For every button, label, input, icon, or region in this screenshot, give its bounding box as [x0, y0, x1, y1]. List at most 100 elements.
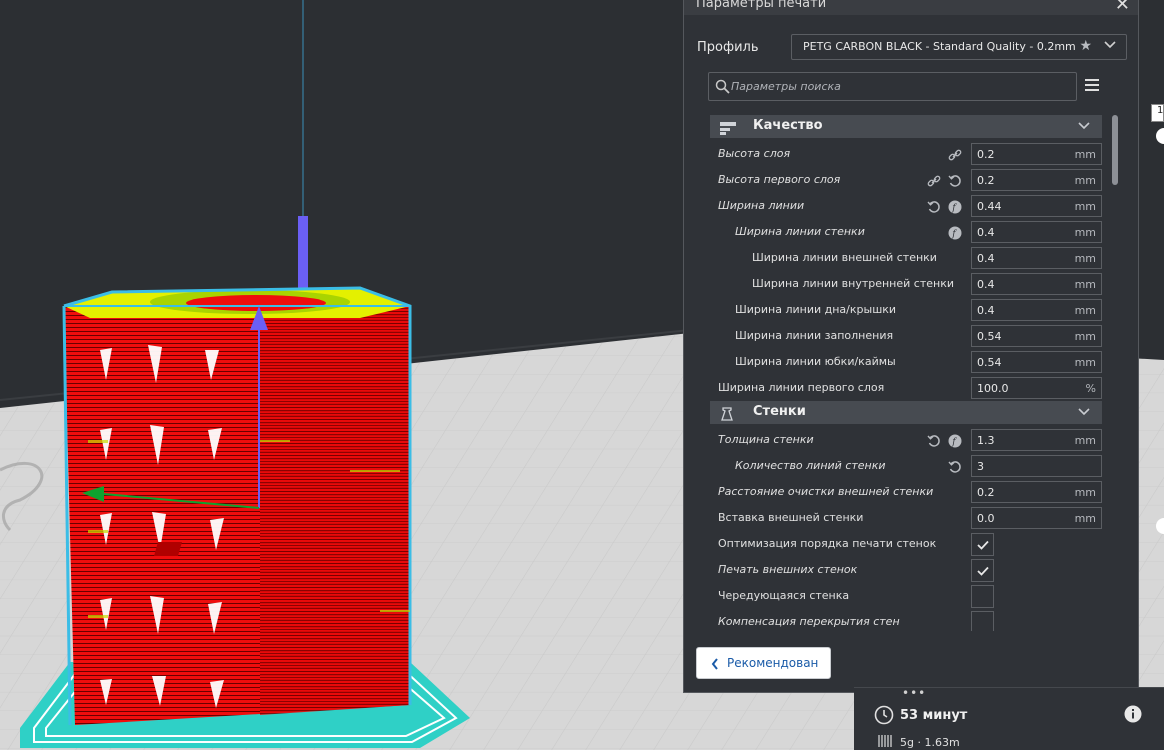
setting-value-field[interactable]: 100.0% — [971, 377, 1102, 399]
setting-unit: mm — [1074, 356, 1096, 369]
setting-value-field[interactable]: 0.4 mm — [971, 299, 1102, 321]
setting-unit: % — [1085, 382, 1096, 395]
setting-unit: mm — [1074, 174, 1096, 187]
setting-unit: mm — [1074, 304, 1096, 317]
setting-value: 0.4 — [977, 278, 995, 291]
setting-label: Ширина линии внешней стенки — [752, 251, 937, 264]
setting-value-field[interactable]: 0.4 mm — [971, 273, 1102, 295]
setting-label: Ширина линии заполнения — [735, 329, 894, 342]
hamburger-menu-icon[interactable] — [1085, 79, 1099, 93]
setting-checkbox[interactable] — [971, 559, 994, 582]
chevron-down-icon — [1078, 122, 1090, 130]
setting-value: 0.44 — [977, 200, 1002, 213]
setting-unit: mm — [1074, 148, 1096, 161]
setting-value-field[interactable]: 0.54 mm — [971, 351, 1102, 373]
setting-label: Ширина линии стенки — [735, 225, 865, 238]
settings-scrollbar[interactable] — [1112, 115, 1118, 185]
checkmark-icon — [977, 540, 989, 550]
settings-search-box[interactable] — [708, 72, 1077, 101]
setting-value: 3 — [977, 460, 984, 473]
setting-row: Ширина линии f 0.44 mm — [708, 193, 1104, 219]
setting-checkbox[interactable] — [971, 611, 994, 631]
close-icon[interactable]: ✕ — [1115, 0, 1130, 15]
setting-value: 0.0 — [977, 512, 995, 525]
z-axis-handle[interactable] — [298, 216, 308, 288]
setting-label: Толщина стенки — [718, 433, 814, 446]
search-icon — [715, 79, 730, 94]
setting-checkbox[interactable] — [971, 533, 994, 556]
setting-label: Печать внешних стенок — [718, 563, 858, 576]
link-icon[interactable] — [948, 147, 962, 161]
setting-row: Ширина линии дна/крышки 0.4 mm — [708, 297, 1104, 323]
setting-value-field[interactable]: 0.4 mm — [971, 221, 1102, 243]
setting-row: Количество линий стенки 3 — [708, 453, 1104, 479]
setting-value-field[interactable]: 0.2 mm — [971, 143, 1102, 165]
setting-value-field[interactable]: 0.2 mm — [971, 169, 1102, 191]
setting-label: Высота первого слоя — [718, 173, 841, 186]
favorite-star-icon[interactable]: ★ — [1079, 38, 1092, 54]
profile-label: Профиль — [697, 40, 759, 55]
settings-list[interactable]: Качество Высота слоя 0.2 mm Высота первого с… — [708, 115, 1104, 631]
setting-unit: mm — [1074, 200, 1096, 213]
setting-row: Ширина линии стенки f 0.4 mm — [708, 219, 1104, 245]
walls-icon — [720, 406, 734, 425]
setting-unit: mm — [1074, 512, 1096, 525]
setting-unit: mm — [1074, 486, 1096, 499]
setting-value-field[interactable]: 0.44 mm — [971, 195, 1102, 217]
setting-unit: mm — [1074, 434, 1096, 447]
setting-row: Высота первого слоя 0.2 mm — [708, 167, 1104, 193]
setting-label: Оптимизация порядка печати стенок — [718, 537, 937, 550]
reset-icon[interactable] — [927, 199, 941, 213]
print-settings-panel: Параметры печати ✕ Профиль PETG CARBON B… — [683, 0, 1139, 693]
setting-value-field[interactable]: 0.0 mm — [971, 507, 1102, 529]
setting-row: Ширина линии заполнения 0.54 mm — [708, 323, 1104, 349]
model-side-face — [260, 306, 410, 715]
setting-label: Компенсация перекрытия стен — [718, 615, 900, 628]
reset-icon[interactable] — [948, 173, 962, 187]
material-usage: 5g · 1.63m — [900, 736, 960, 749]
category-title: Стенки — [753, 404, 806, 419]
setting-label: Расстояние очистки внешней стенки — [718, 485, 934, 498]
profile-dropdown[interactable]: PETG CARBON BLACK - Standard Quality - 0… — [791, 34, 1127, 60]
profile-value: PETG CARBON BLACK - Standard Quality - 0… — [803, 40, 1076, 53]
drag-handle-icon[interactable]: ••• — [902, 687, 926, 699]
quality-icon — [720, 120, 736, 139]
search-input[interactable] — [731, 78, 1061, 95]
category-header-2[interactable]: Стенки — [710, 401, 1102, 424]
setting-label: Ширина линии внутренней стенки — [752, 277, 954, 290]
function-icon[interactable]: f — [948, 433, 962, 448]
setting-value: 0.4 — [977, 304, 995, 317]
setting-row: Толщина стенки f 1.3 mm — [708, 427, 1104, 453]
setting-value-field[interactable]: 1.3 mm — [971, 429, 1102, 451]
setting-row: Ширина линии внешней стенки 0.4 mm — [708, 245, 1104, 271]
setting-row: Ширина линии юбки/каймы 0.54 mm — [708, 349, 1104, 375]
function-icon[interactable]: f — [948, 199, 962, 214]
reset-icon[interactable] — [948, 459, 962, 473]
setting-unit: mm — [1074, 330, 1096, 343]
setting-label: Вставка внешней стенки — [718, 511, 864, 524]
setting-value-field[interactable]: 3 — [971, 455, 1102, 477]
function-icon[interactable]: f — [948, 225, 962, 240]
setting-value-field[interactable]: 0.4 mm — [971, 247, 1102, 269]
layer-slider-tag[interactable]: 1 — [1151, 104, 1164, 122]
recommended-button[interactable]: Рекомендован — [696, 647, 831, 679]
info-icon[interactable] — [1124, 705, 1142, 723]
recommended-label: Рекомендован — [727, 656, 819, 670]
setting-row: Печать внешних стенок — [708, 557, 1104, 583]
print-info-panel: ••• 53 минут 5g · 1.63m — [854, 687, 1164, 750]
clock-icon — [874, 705, 894, 725]
reset-icon[interactable] — [927, 433, 941, 447]
setting-row: Чередующаяся стенка — [708, 583, 1104, 609]
category-header-1[interactable]: Качество — [710, 115, 1102, 138]
gizmo-y-handle[interactable] — [154, 542, 182, 556]
setting-unit: mm — [1074, 252, 1096, 265]
setting-label: Ширина линии дна/крышки — [735, 303, 897, 316]
setting-value-field[interactable]: 0.54 mm — [971, 325, 1102, 347]
setting-value: 100.0 — [977, 382, 1009, 395]
setting-value-field[interactable]: 0.2 mm — [971, 481, 1102, 503]
setting-checkbox[interactable] — [971, 585, 994, 608]
setting-value: 1.3 — [977, 434, 995, 447]
setting-value: 0.54 — [977, 356, 1002, 369]
link-icon[interactable] — [927, 173, 941, 187]
panel-title: Параметры печати — [696, 0, 827, 11]
